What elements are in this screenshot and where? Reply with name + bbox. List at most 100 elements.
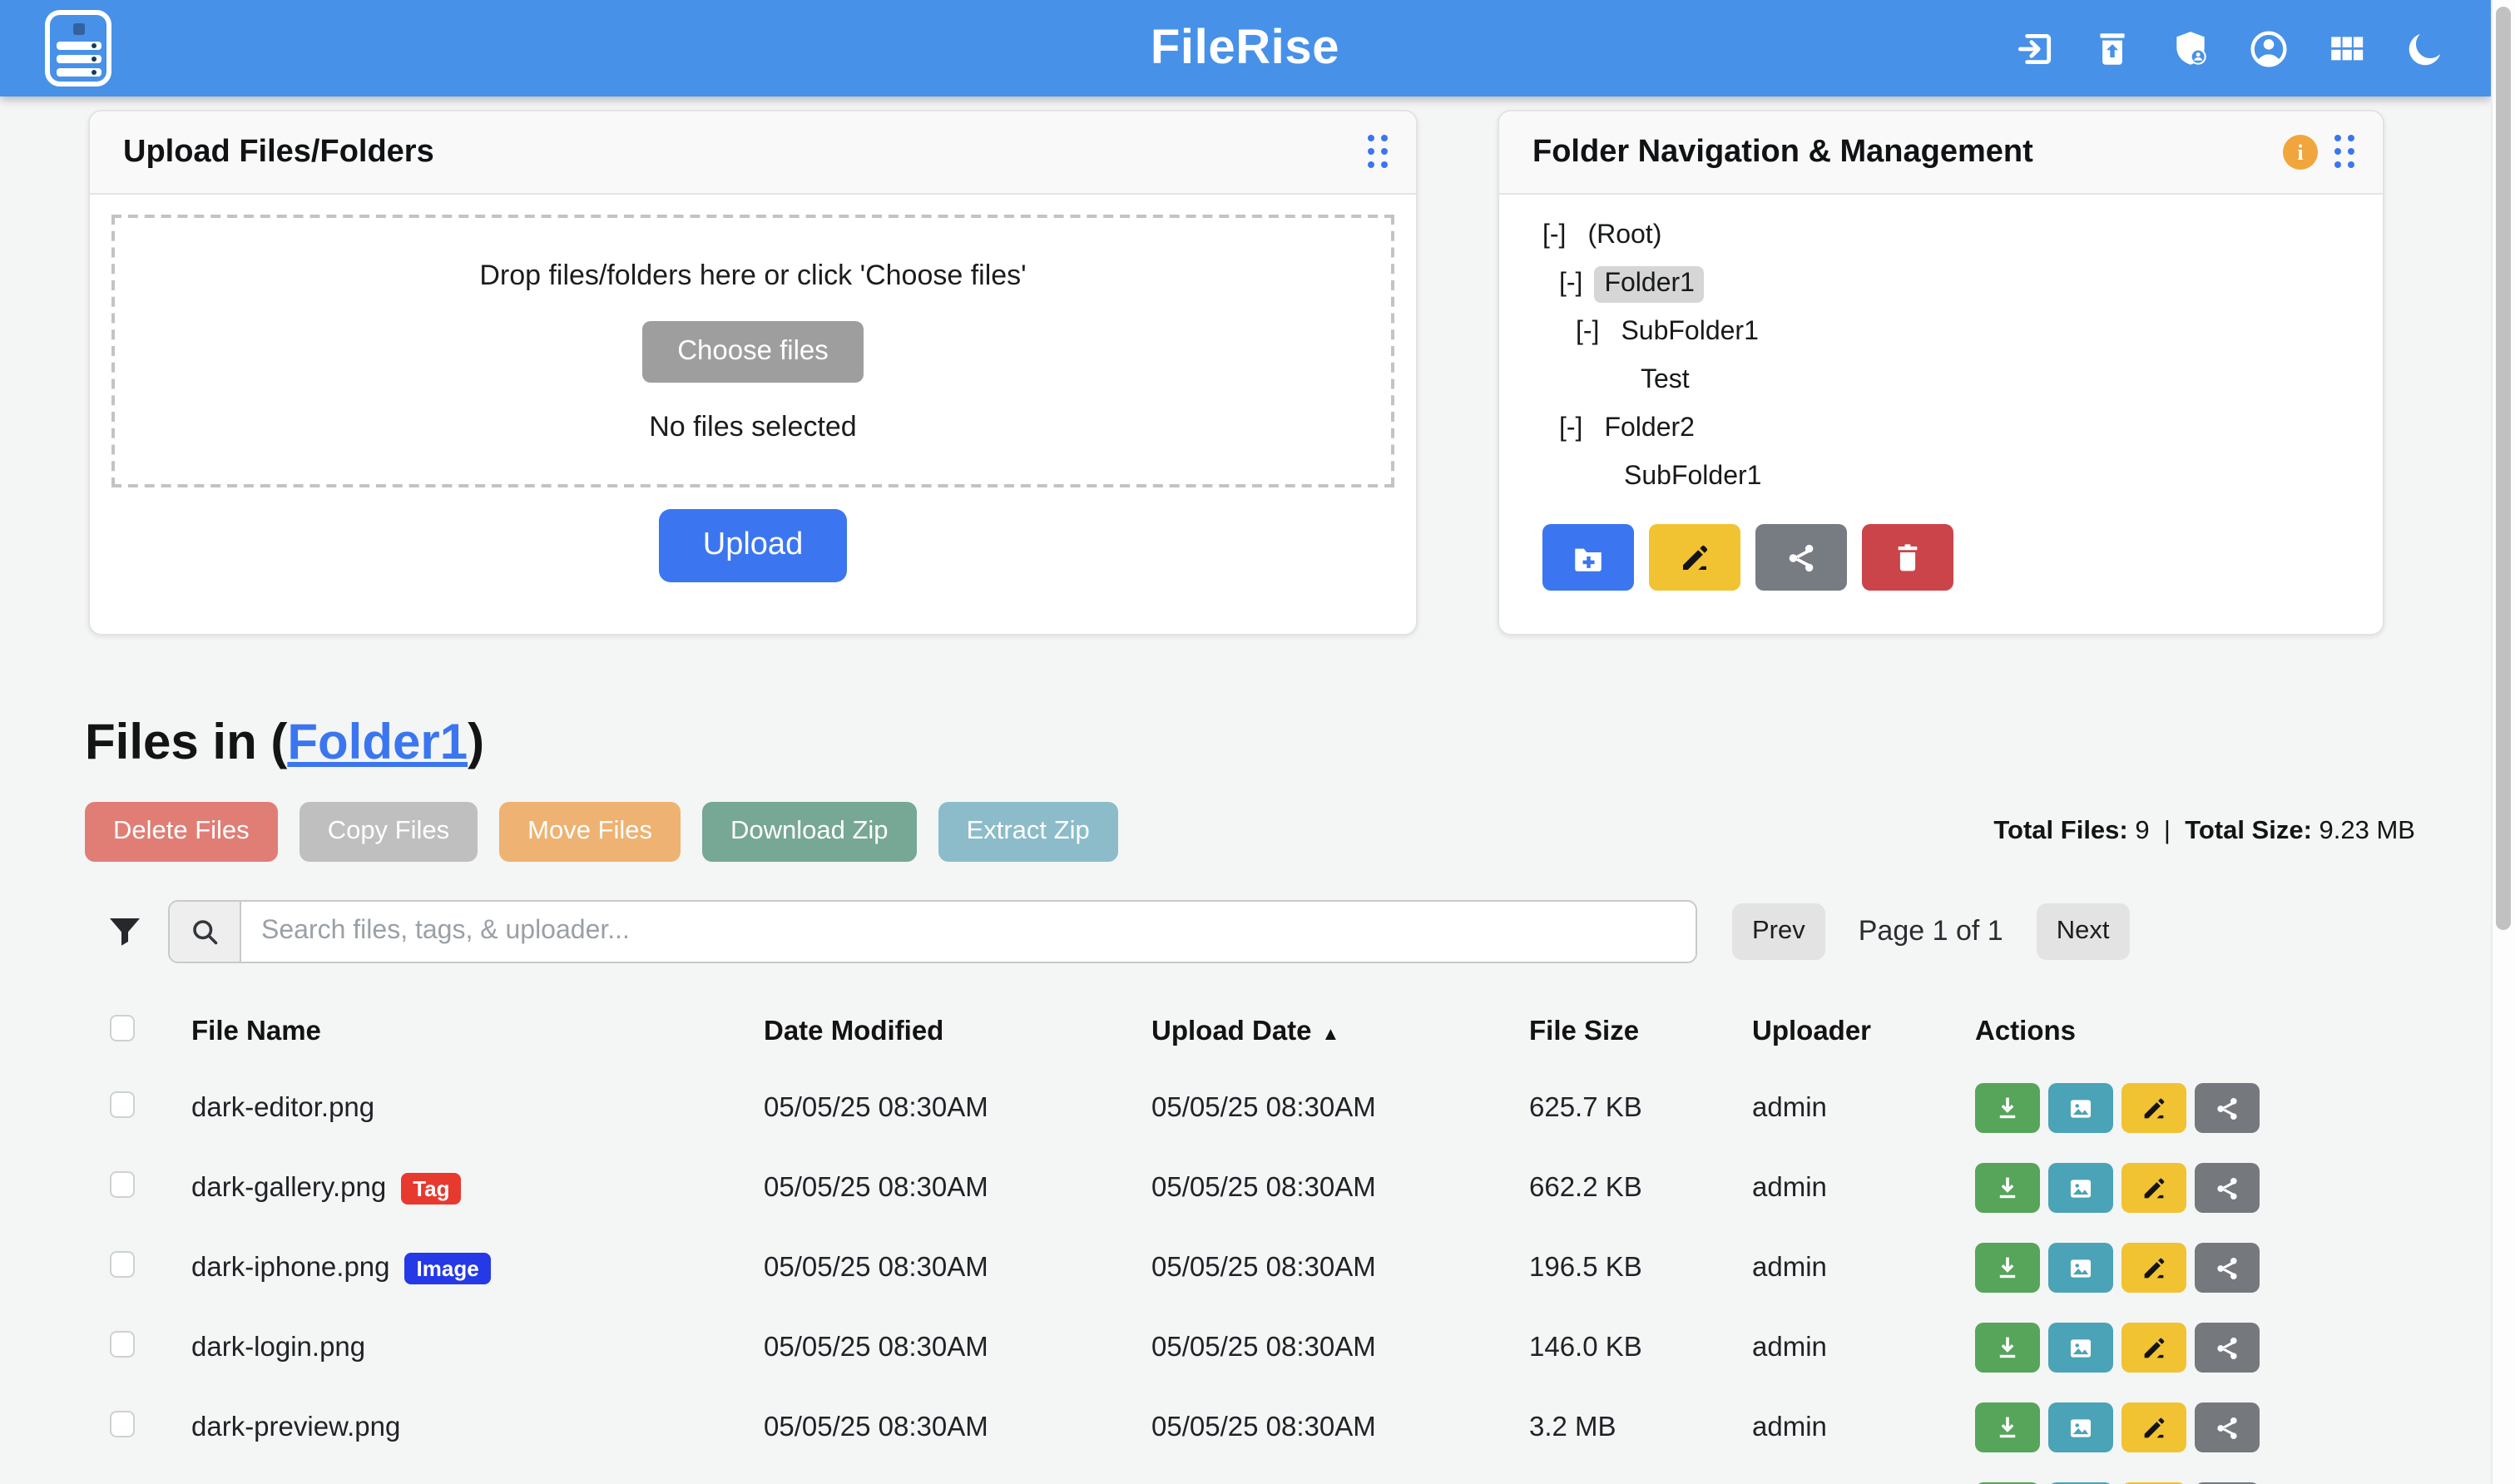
filter-icon[interactable]	[105, 912, 145, 952]
row-checkbox[interactable]	[110, 1170, 135, 1197]
file-name[interactable]: dark-iphone.png	[191, 1252, 390, 1284]
tree-item-subfolder1[interactable]: SubFolder1	[1499, 453, 2383, 501]
file-dropzone[interactable]: Drop files/folders here or click 'Choose…	[111, 215, 1394, 487]
edit-button[interactable]	[2121, 1323, 2186, 1373]
folder-plus-icon	[1571, 540, 1606, 575]
table-row: dark-iphone.pngImage 05/05/25 08:30AM 05…	[88, 1228, 2451, 1308]
download-button[interactable]	[1975, 1083, 2040, 1133]
download-button[interactable]	[1975, 1323, 2040, 1373]
col-file-name[interactable]: File Name	[191, 1016, 764, 1047]
row-checkbox[interactable]	[110, 1330, 135, 1357]
dark-mode-icon[interactable]	[2404, 27, 2447, 70]
next-page-button[interactable]: Next	[2037, 903, 2130, 960]
edit-button[interactable]	[2121, 1163, 2186, 1213]
tree-item-test[interactable]: Test	[1499, 356, 2383, 404]
create-folder-button[interactable]	[1542, 524, 1634, 591]
drag-handle-icon[interactable]	[1368, 135, 1389, 170]
date-modified: 05/05/25 08:30AM	[764, 1332, 1151, 1363]
preview-button[interactable]	[2048, 1243, 2113, 1293]
tree-label[interactable]: (Root)	[1577, 217, 1671, 254]
share-icon	[2213, 1094, 2241, 1122]
share-button[interactable]	[2195, 1163, 2260, 1213]
totals-summary: Total Files: 9 | Total Size: 9.23 MB	[1993, 817, 2415, 847]
delete-files-button[interactable]: Delete Files	[85, 802, 278, 862]
share-button[interactable]	[2195, 1243, 2260, 1293]
preview-button[interactable]	[2048, 1163, 2113, 1213]
file-toolbar: Delete Files Copy Files Move Files Download…	[85, 802, 1118, 862]
tree-label[interactable]: Folder2	[1594, 410, 1705, 447]
prev-page-button[interactable]: Prev	[1732, 903, 1825, 960]
download-button[interactable]	[1975, 1402, 2040, 1452]
admin-shield-icon[interactable]	[2169, 27, 2212, 70]
page-indicator: Page 1 of 1	[1859, 915, 2003, 948]
row-checkbox[interactable]	[110, 1091, 135, 1117]
folder-card-header: Folder Navigation & Management i	[1499, 111, 2383, 195]
logout-icon[interactable]	[2012, 27, 2056, 70]
share-folder-button[interactable]	[1755, 524, 1847, 591]
edit-button[interactable]	[2121, 1083, 2186, 1133]
info-icon[interactable]: i	[2283, 135, 2318, 170]
download-button[interactable]	[1975, 1243, 2040, 1293]
file-name[interactable]: dark-gallery.png	[191, 1172, 386, 1204]
col-uploader[interactable]: Uploader	[1752, 1016, 1975, 1047]
preview-button[interactable]	[2048, 1402, 2113, 1452]
tree-item-folder1[interactable]: [-] Folder1	[1499, 260, 2383, 308]
download-zip-button[interactable]: Download Zip	[702, 802, 917, 862]
tree-toggle[interactable]: [-]	[1559, 269, 1582, 299]
drag-handle-icon[interactable]	[2334, 135, 2356, 170]
scrollbar-thumb[interactable]	[2496, 7, 2511, 930]
download-icon	[1993, 1333, 2022, 1362]
tree-toggle[interactable]: [-]	[1542, 220, 1566, 250]
edit-button[interactable]	[2121, 1402, 2186, 1452]
date-modified: 05/05/25 08:30AM	[764, 1252, 1151, 1284]
row-checkbox[interactable]	[110, 1410, 135, 1437]
date-modified: 05/05/25 08:30AM	[764, 1092, 1151, 1124]
tree-item-folder2[interactable]: [-] Folder2	[1499, 404, 2383, 453]
copy-files-button[interactable]: Copy Files	[300, 802, 478, 862]
search-row	[85, 900, 1697, 963]
tree-item-subfolder1[interactable]: [-] SubFolder1	[1499, 308, 2383, 356]
select-all-checkbox[interactable]	[110, 1014, 135, 1041]
user-profile-icon[interactable]	[2247, 27, 2290, 70]
file-name[interactable]: dark-preview.png	[191, 1412, 400, 1443]
pagination: Prev Page 1 of 1 Next	[1732, 903, 2129, 960]
tree-item-root[interactable]: [-] (Root)	[1499, 211, 2383, 260]
tree-label[interactable]: Folder1	[1594, 265, 1705, 302]
file-name[interactable]: dark-editor.png	[191, 1092, 374, 1124]
search-input[interactable]	[241, 902, 1696, 962]
dropzone-text: Drop files/folders here or click 'Choose…	[479, 259, 1026, 292]
share-button[interactable]	[2195, 1323, 2260, 1373]
grid-view-icon[interactable]	[2325, 27, 2369, 70]
preview-button[interactable]	[2048, 1323, 2113, 1373]
current-folder-link[interactable]: Folder1	[287, 715, 468, 770]
move-files-button[interactable]: Move Files	[499, 802, 681, 862]
extract-zip-button[interactable]: Extract Zip	[938, 802, 1118, 862]
table-row: dark-editor.png 05/05/25 08:30AM 05/05/2…	[88, 1068, 2451, 1148]
col-file-size[interactable]: File Size	[1529, 1016, 1752, 1047]
delete-folder-button[interactable]	[1862, 524, 1953, 591]
choose-files-button[interactable]: Choose files	[642, 320, 864, 382]
tree-toggle[interactable]: [-]	[1576, 317, 1599, 347]
row-checkbox[interactable]	[110, 1250, 135, 1277]
trash-restore-icon[interactable]	[2091, 27, 2134, 70]
col-date-modified[interactable]: Date Modified	[764, 1016, 1151, 1047]
share-button[interactable]	[2195, 1083, 2260, 1133]
file-name[interactable]: dark-login.png	[191, 1332, 365, 1363]
rename-folder-button[interactable]	[1649, 524, 1740, 591]
tree-label[interactable]: Test	[1631, 362, 1700, 398]
upload-card: Upload Files/Folders Drop files/folders …	[88, 110, 1418, 636]
col-actions: Actions	[1975, 1016, 2275, 1047]
col-upload-date[interactable]: Upload Date▲	[1151, 1016, 1529, 1047]
tree-label[interactable]: SubFolder1	[1611, 314, 1768, 350]
uploader: admin	[1752, 1332, 1975, 1363]
preview-button[interactable]	[2048, 1083, 2113, 1133]
page-scrollbar[interactable]	[2490, 0, 2515, 1484]
tree-label[interactable]: SubFolder1	[1614, 458, 1771, 495]
tree-toggle[interactable]: [-]	[1559, 413, 1582, 443]
folder-actions	[1499, 501, 2383, 591]
share-button[interactable]	[2195, 1402, 2260, 1452]
upload-button[interactable]: Upload	[660, 509, 846, 582]
edit-button[interactable]	[2121, 1243, 2186, 1293]
date-modified: 05/05/25 08:30AM	[764, 1412, 1151, 1443]
download-button[interactable]	[1975, 1163, 2040, 1213]
